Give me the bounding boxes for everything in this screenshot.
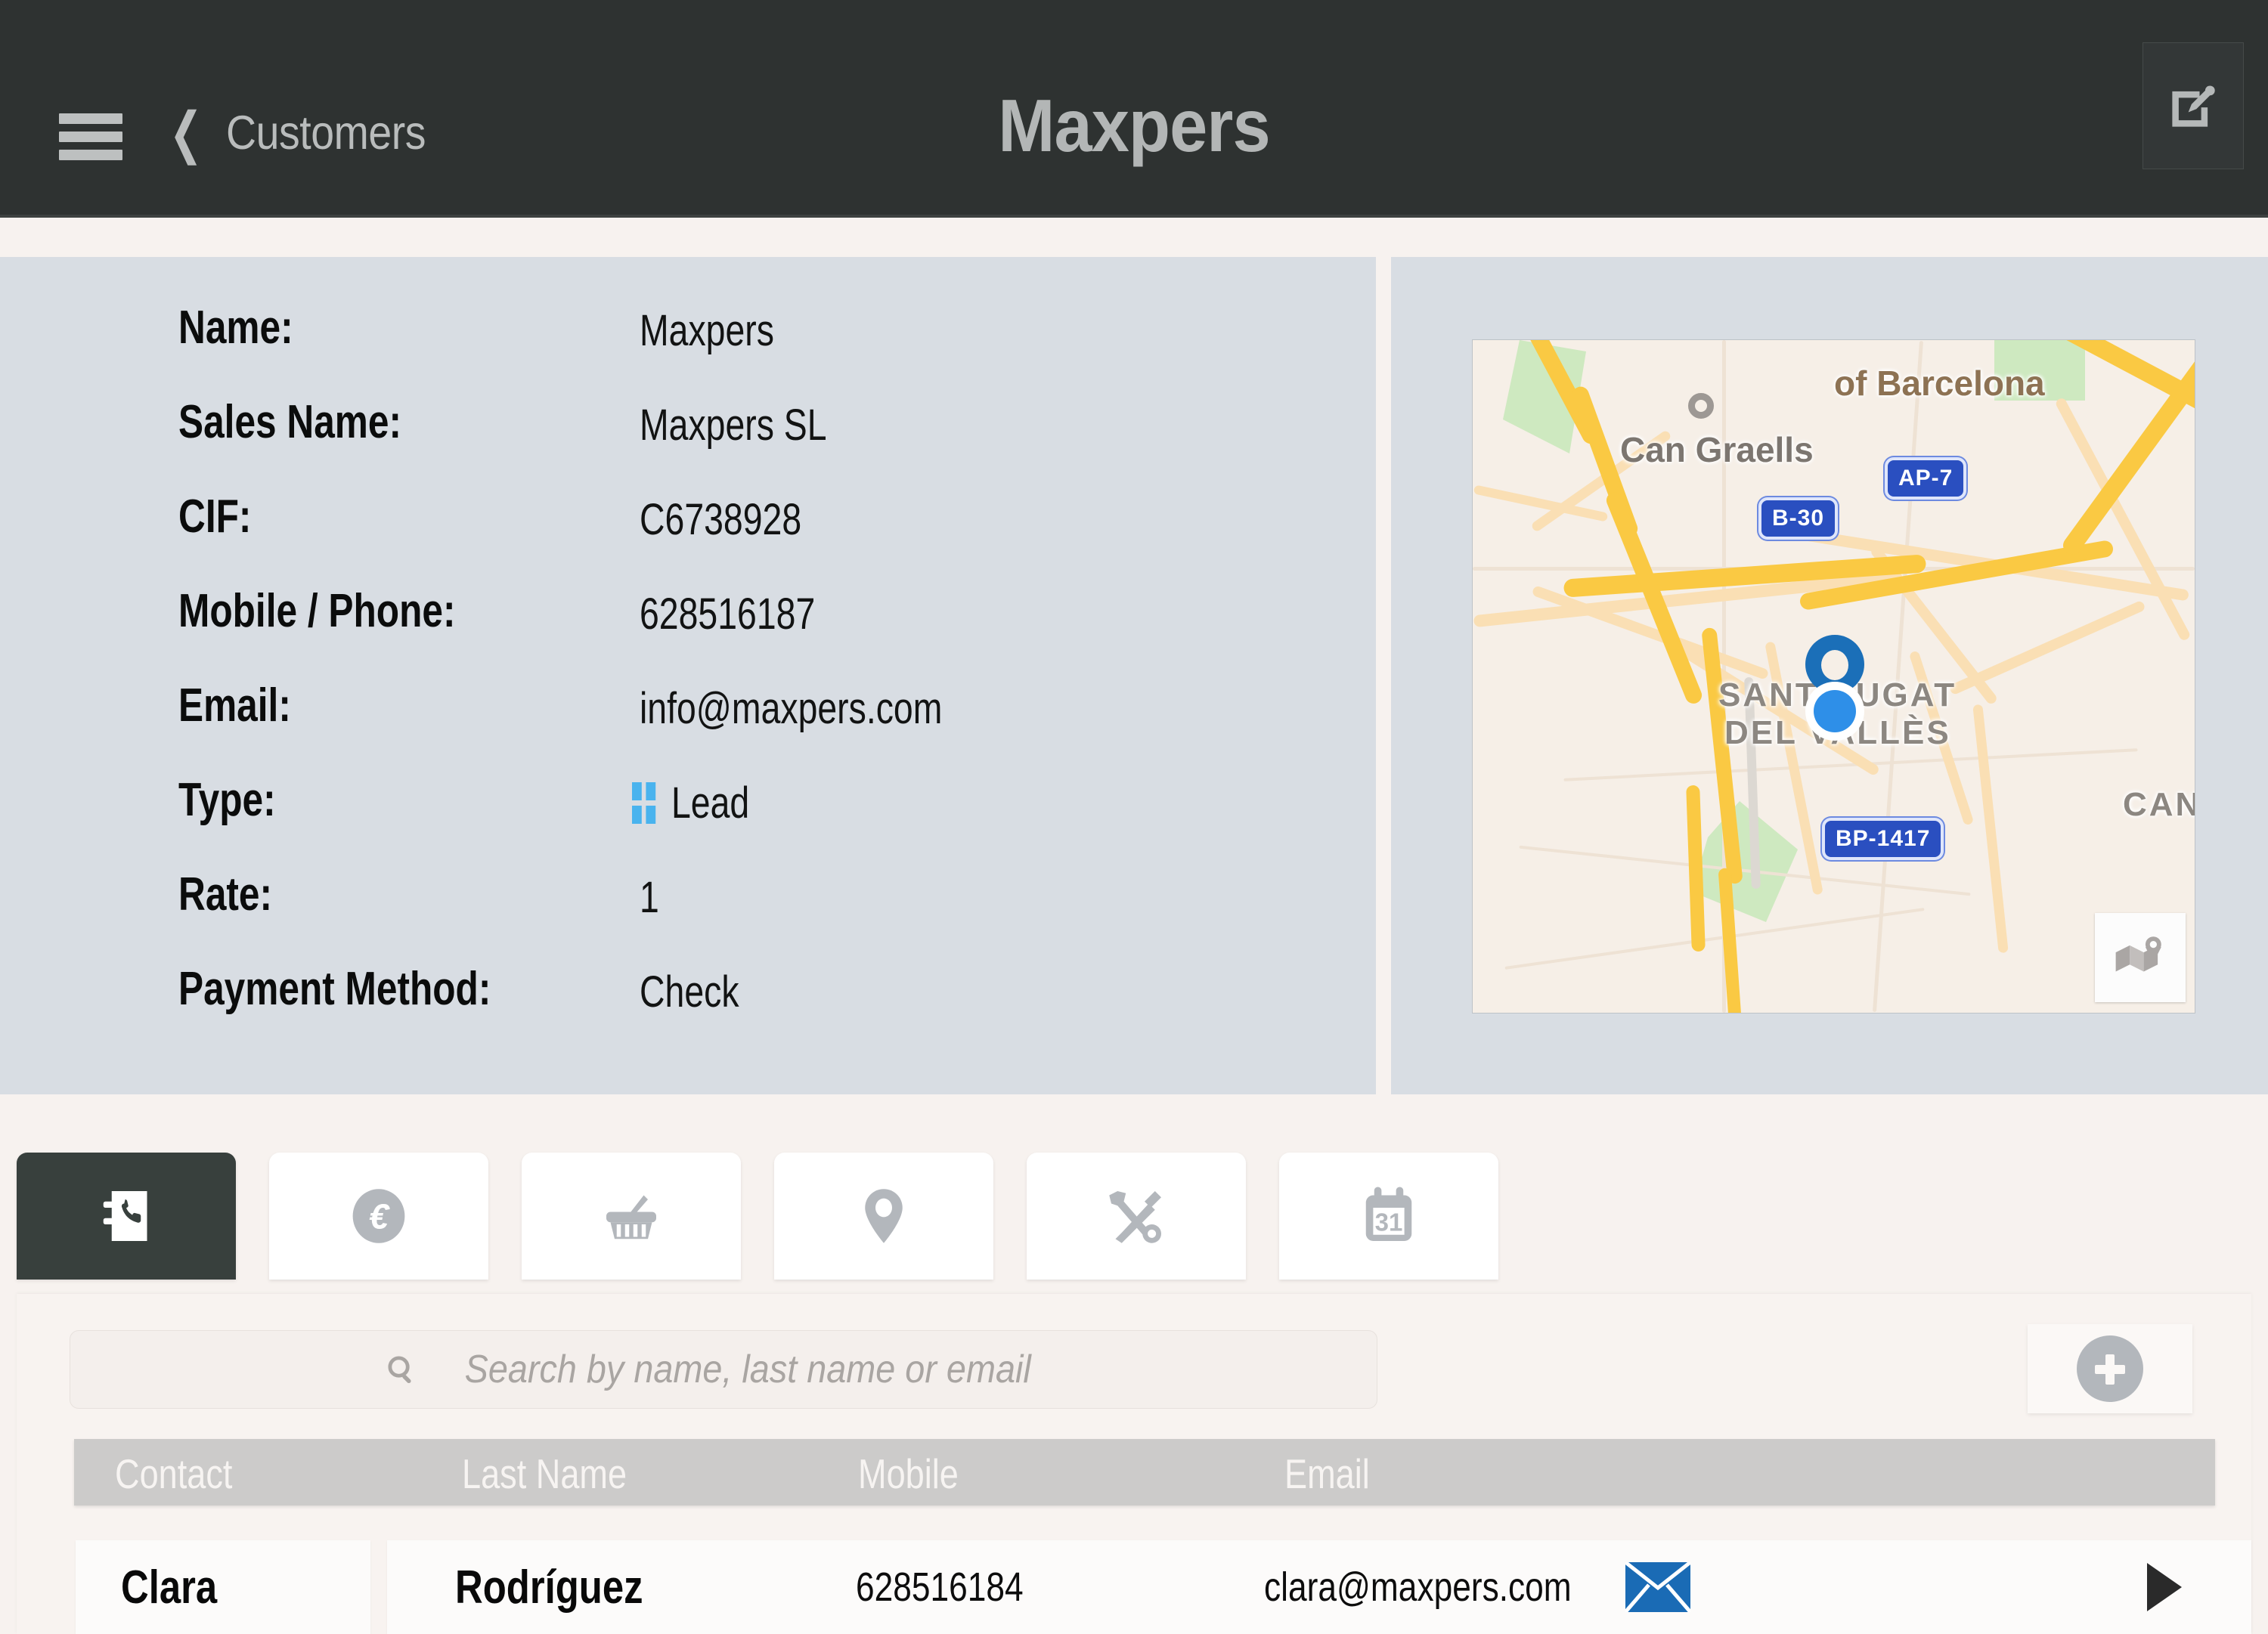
field-row-type: Type: Lead	[178, 773, 1312, 868]
search-placeholder: Search by name, last name or email	[464, 1348, 1031, 1391]
map-label-of-barcelona: of Barcelona	[1834, 364, 2045, 403]
contact-first-name: Clara	[121, 1561, 218, 1614]
field-row-cif: CIF: C6738928	[178, 490, 1312, 584]
map-shield-b30: B-30	[1758, 497, 1839, 540]
tab-services[interactable]	[1027, 1153, 1246, 1280]
top-app-bar: ❮ Customers Maxpers	[0, 0, 2268, 218]
location-pin-icon	[865, 1189, 903, 1243]
field-label: Rate:	[178, 868, 273, 921]
tab-contacts[interactable]	[17, 1153, 236, 1280]
field-row-name: Name: Maxpers	[178, 301, 1312, 395]
entity-tab-strip: € 31	[0, 1153, 2268, 1283]
map-green-area	[1692, 801, 1798, 922]
field-label: Email:	[178, 679, 291, 732]
search-icon	[385, 1353, 418, 1386]
plus-circle-icon	[2077, 1335, 2143, 1402]
field-label: Type:	[178, 774, 276, 826]
svg-text:€: €	[369, 1197, 390, 1236]
map-tiles: of Barcelona Can Graells SANT CUGAT DEL …	[1473, 340, 2195, 1013]
search-input[interactable]: Search by name, last name or email	[70, 1330, 1377, 1409]
send-email-button[interactable]	[1625, 1562, 1690, 1612]
type-label: Lead	[671, 778, 750, 828]
map-road	[1948, 599, 2146, 696]
type-grid-icon	[632, 782, 656, 824]
edit-square-pencil-icon	[2172, 85, 2215, 127]
chevron-right-icon[interactable]	[2147, 1563, 2182, 1611]
field-row-sales-name: Sales Name: Maxpers SL	[178, 395, 1312, 490]
table-header-row: Contact Last Name Mobile Email	[74, 1439, 2215, 1506]
envelope-icon	[1625, 1562, 1690, 1612]
field-value: Maxpers	[640, 306, 774, 355]
customer-detail-panel: Name: Maxpers Sales Name: Maxpers SL CIF…	[0, 257, 1376, 1094]
field-label: Name:	[178, 302, 293, 354]
contacts-list-card: Search by name, last name or email Conta…	[17, 1294, 2251, 1634]
field-label: Mobile / Phone:	[178, 585, 456, 637]
map-shield-bp1417: BP-1417	[1822, 818, 1944, 860]
map-layers-icon	[2115, 936, 2161, 972]
map-pin-hole	[1821, 650, 1848, 680]
field-value: Check	[640, 967, 739, 1017]
field-label: CIF:	[178, 491, 252, 543]
customer-map-panel: of Barcelona Can Graells SANT CUGAT DEL …	[1391, 257, 2268, 1094]
field-value: info@maxpers.com	[640, 684, 943, 733]
customer-fields-list: Name: Maxpers Sales Name: Maxpers SL CIF…	[178, 301, 1312, 1057]
map-road	[2054, 396, 2192, 642]
map-road-major	[1686, 785, 1706, 952]
field-value: 1	[640, 873, 659, 922]
tab-sales[interactable]: €	[269, 1153, 488, 1280]
field-value: 628516187	[640, 590, 816, 639]
contact-mobile: 628516184	[856, 1564, 1024, 1610]
cell-rest[interactable]: Rodríguez 628516184 clara@maxpers.com	[387, 1540, 2251, 1634]
tab-calendar[interactable]: 31	[1279, 1153, 1498, 1280]
table-row[interactable]: Clara Rodríguez 628516184 clara@maxpers.…	[17, 1540, 2251, 1634]
field-label: Payment Method:	[178, 963, 491, 1015]
map-view[interactable]: of Barcelona Can Graells SANT CUGAT DEL …	[1473, 340, 2195, 1013]
contacts-book-phone-icon	[103, 1191, 147, 1241]
calendar-31-icon: 31	[1365, 1187, 1412, 1241]
column-header-mobile: Mobile	[858, 1450, 959, 1497]
column-header-last-name: Last Name	[462, 1450, 627, 1497]
page-title: Maxpers	[998, 84, 1270, 167]
edit-button[interactable]	[2143, 42, 2244, 169]
cell-contact[interactable]: Clara	[76, 1540, 370, 1634]
map-layers-button[interactable]	[2095, 913, 2186, 1002]
euro-coin-icon: €	[352, 1189, 405, 1243]
field-row-payment-method: Payment Method: Check	[178, 962, 1312, 1057]
map-road	[1504, 908, 1925, 970]
field-row-mobile-phone: Mobile / Phone: 628516187	[178, 584, 1312, 679]
column-header-contact: Contact	[115, 1450, 233, 1497]
map-road	[1972, 704, 2009, 954]
field-value-type: Lead	[632, 778, 749, 828]
shopping-basket-icon	[606, 1195, 656, 1239]
map-label-can-c: CAN C	[2123, 786, 2195, 823]
field-value: Maxpers SL	[640, 401, 827, 450]
map-shield-ap7: AP-7	[1885, 457, 1967, 500]
map-circle-marker	[1688, 393, 1714, 419]
contact-last-name: Rodríguez	[455, 1561, 643, 1614]
column-header-email: Email	[1284, 1450, 1370, 1497]
field-value: C6738928	[640, 495, 802, 544]
add-contact-button[interactable]	[2028, 1324, 2192, 1413]
field-label: Sales Name:	[178, 396, 402, 448]
contact-email: clara@maxpers.com	[1264, 1564, 1572, 1610]
svg-text:31: 31	[1375, 1208, 1403, 1236]
map-label-can-graells: Can Graells	[1620, 430, 1814, 469]
tools-wrench-hammer-icon	[1109, 1191, 1161, 1243]
tab-addresses[interactable]	[774, 1153, 993, 1280]
tab-orders[interactable]	[522, 1153, 741, 1280]
map-current-location-dot	[1805, 682, 1864, 741]
field-row-rate: Rate: 1	[178, 868, 1312, 962]
field-row-email: Email: info@maxpers.com	[178, 679, 1312, 773]
